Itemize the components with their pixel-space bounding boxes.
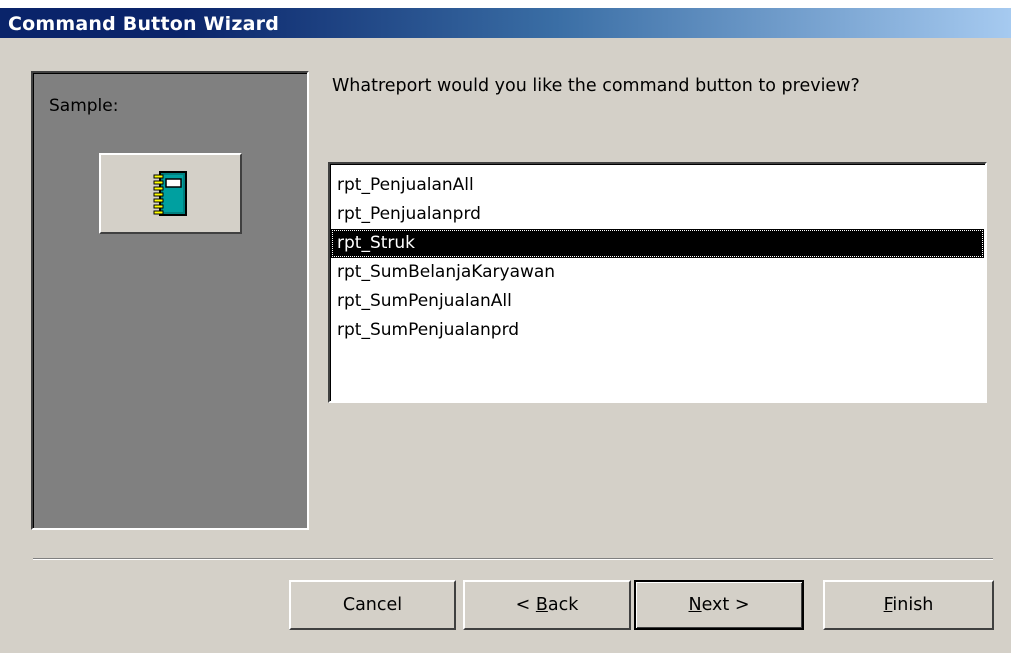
question-label: Whatreport would you like the command bu… [332, 76, 860, 96]
list-item[interactable]: rpt_SumPenjualanprd [331, 316, 984, 345]
sample-panel: Sample: [31, 71, 309, 530]
list-item-selected[interactable]: rpt_Struk [331, 229, 984, 258]
cancel-button-label: Cancel [342, 595, 403, 615]
list-item[interactable]: rpt_PenjualanAll [331, 171, 984, 200]
sample-label: Sample: [49, 96, 119, 116]
report-list-items: rpt_PenjualanAll rpt_Penjualanprd rpt_St… [331, 171, 984, 345]
button-separator [33, 558, 993, 560]
report-listbox[interactable]: rpt_PenjualanAll rpt_Penjualanprd rpt_St… [328, 162, 987, 403]
list-item[interactable]: rpt_SumBelanjaKaryawan [331, 258, 984, 287]
cancel-button[interactable]: Cancel [289, 580, 456, 630]
back-button-prefix: < [515, 595, 536, 615]
next-button-mnemonic: N [688, 595, 702, 615]
report-notebook-icon [153, 170, 187, 216]
window-title: Command Button Wizard [8, 13, 280, 35]
title-bar[interactable]: Command Button Wizard [0, 0, 1011, 38]
back-button-mnemonic: B [535, 595, 548, 615]
list-item[interactable]: rpt_SumPenjualanAll [331, 287, 984, 316]
list-item[interactable]: rpt_Penjualanprd [331, 200, 984, 229]
back-button-rest: ack [547, 595, 579, 615]
finish-button-rest: inish [892, 595, 934, 615]
next-button[interactable]: Next > [634, 580, 804, 630]
back-button[interactable]: < Back [463, 580, 631, 630]
sample-button-preview [99, 153, 242, 234]
finish-button[interactable]: Finish [823, 580, 994, 630]
command-button-wizard-dialog: Command Button Wizard Sample: Whatreport… [0, 0, 1011, 653]
next-button-rest: ext > [701, 595, 750, 615]
